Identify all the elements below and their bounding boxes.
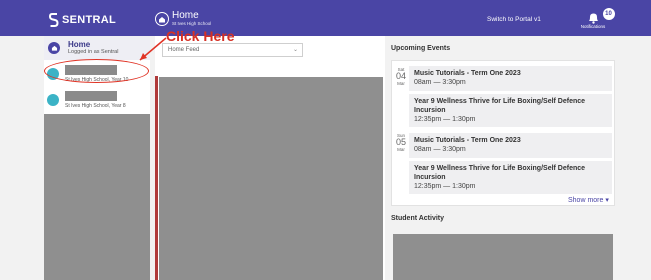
home-icon bbox=[48, 42, 60, 54]
home-icon bbox=[155, 12, 169, 26]
event-card[interactable]: Music Tutorials - Term One 2023 08am — 3… bbox=[409, 133, 612, 158]
event-title: Year 9 Wellness Thrive for Life Boxing/S… bbox=[414, 165, 586, 181]
page-subtitle: St Ives High School bbox=[172, 21, 212, 26]
top-navbar: SENTRAL Home St Ives High School Switch … bbox=[0, 0, 651, 36]
student-school: St Ives High School, Year 8 bbox=[65, 103, 126, 109]
event-date-month: Mar bbox=[397, 147, 405, 152]
feed-select-value: Home Feed bbox=[168, 47, 200, 53]
page-title: Home bbox=[172, 10, 199, 21]
event-time: 08am — 3:30pm bbox=[414, 146, 466, 153]
sidebar-item-student[interactable]: St Ives High School, Year 8 bbox=[44, 87, 150, 113]
brand-name: SENTRAL bbox=[62, 14, 117, 26]
annotation-label: Click Here bbox=[166, 28, 235, 44]
notifications-label: Notifications bbox=[580, 24, 606, 29]
redacted-sidebar-area bbox=[44, 114, 150, 280]
annotation-highlight-oval bbox=[44, 59, 149, 83]
event-time: 12:35pm — 1:30pm bbox=[414, 183, 476, 190]
event-card[interactable]: Year 9 Wellness Thrive for Life Boxing/S… bbox=[409, 161, 612, 194]
chevron-down-icon: ⌄ bbox=[292, 47, 298, 53]
feed-select[interactable]: Home Feed ⌄ bbox=[162, 43, 303, 57]
event-card[interactable]: Year 9 Wellness Thrive for Life Boxing/S… bbox=[409, 94, 612, 127]
notifications-count-badge: 10 bbox=[602, 8, 615, 20]
switch-portal-link[interactable]: Switch to Portal v1 bbox=[487, 16, 541, 23]
event-title: Year 9 Wellness Thrive for Life Boxing/S… bbox=[414, 98, 586, 114]
feed-accent-bar bbox=[155, 76, 158, 280]
event-date-day: 04 bbox=[395, 71, 406, 81]
avatar bbox=[47, 94, 59, 106]
event-time: 12:35pm — 1:30pm bbox=[414, 116, 476, 123]
event-date-month: Mar bbox=[397, 81, 405, 86]
sidebar-home-subtitle: Logged in as Sentral bbox=[68, 48, 119, 55]
redacted-student-name bbox=[65, 91, 117, 101]
notifications-button[interactable]: 10 Notifications bbox=[576, 8, 615, 29]
page-header: Home St Ives High School bbox=[155, 11, 211, 27]
sidebar-item-home[interactable]: Home Logged in as Sentral bbox=[44, 36, 150, 60]
event-date-day: 05 bbox=[395, 137, 406, 147]
event-card[interactable]: Music Tutorials - Term One 2023 08am — 3… bbox=[409, 66, 612, 91]
sidebar-home-title: Home bbox=[68, 39, 91, 49]
event-date: Sat 04 Mar bbox=[394, 67, 408, 86]
upcoming-events-title: Upcoming Events bbox=[391, 45, 451, 52]
redacted-activity-content bbox=[393, 234, 613, 280]
student-activity-title: Student Activity bbox=[391, 215, 445, 222]
bell-icon: 10 bbox=[587, 8, 615, 24]
event-title: Music Tutorials - Term One 2023 bbox=[414, 137, 521, 144]
brand-logo[interactable]: SENTRAL bbox=[49, 13, 116, 27]
show-more-link[interactable]: Show more ▾ bbox=[568, 196, 609, 204]
event-time: 08am — 3:30pm bbox=[414, 79, 466, 86]
event-date: Sun 05 Mar bbox=[394, 133, 408, 152]
redacted-feed-content bbox=[159, 77, 383, 280]
sentral-logo-icon bbox=[49, 13, 59, 27]
event-title: Music Tutorials - Term One 2023 bbox=[414, 70, 521, 77]
